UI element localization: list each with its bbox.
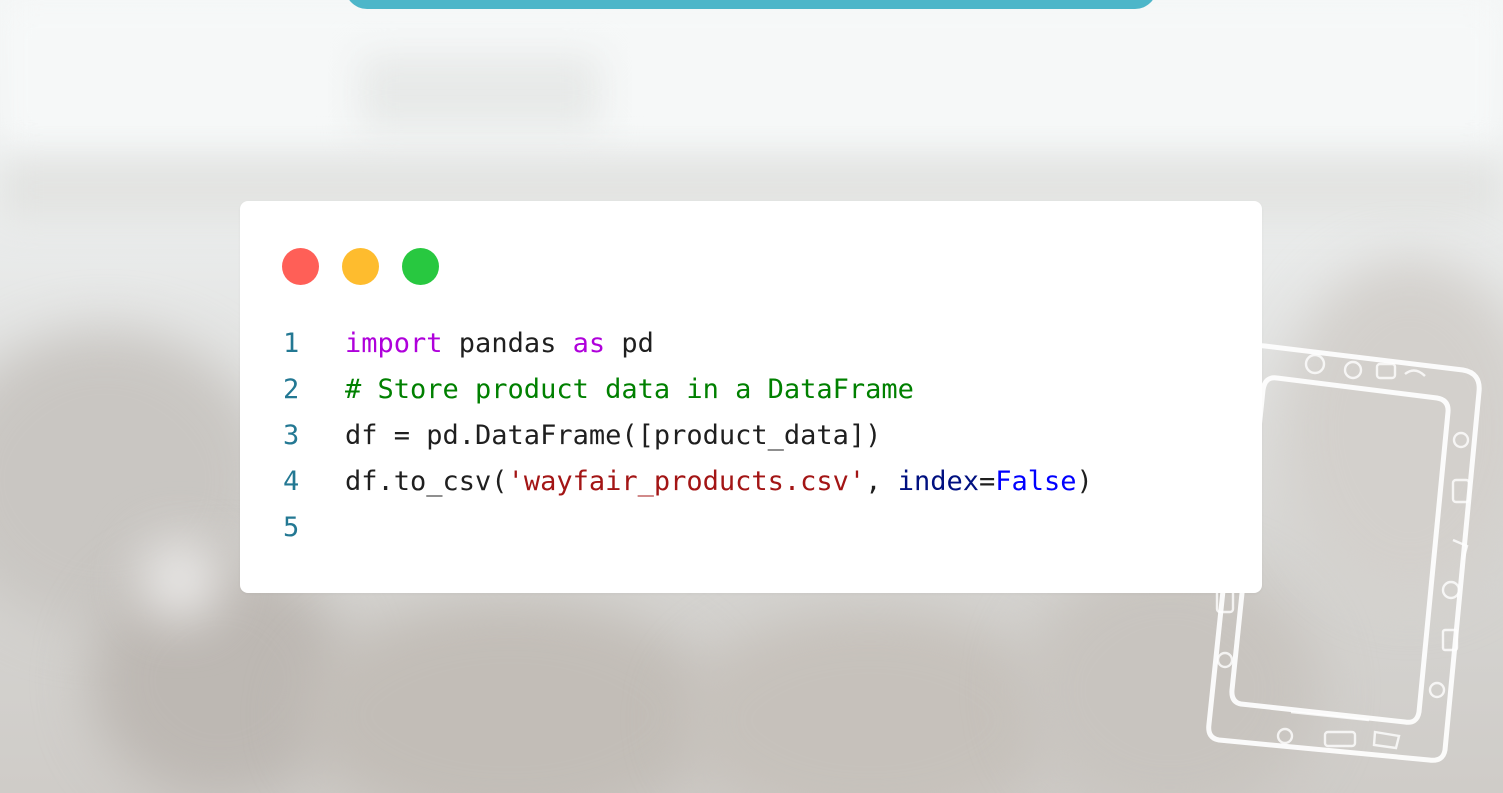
code-token-plain: , <box>865 466 898 497</box>
top-accent-bar <box>345 0 1157 9</box>
code-token-keyword: as <box>572 328 606 359</box>
phone-doodle-frame-icon <box>1206 343 1482 763</box>
maximize-dot-icon <box>402 248 439 285</box>
close-dot-icon <box>282 248 319 285</box>
code-line-text: df.to_csv('wayfair_products.csv', index=… <box>345 459 1093 505</box>
code-line: 1 import pandas as pd <box>283 321 1093 367</box>
code-token-plain: pandas <box>442 328 573 359</box>
line-number: 3 <box>283 420 300 451</box>
code-token-param: index <box>897 466 979 497</box>
code-token-keyword: import <box>345 328 443 359</box>
code-token-plain: pd <box>605 328 654 359</box>
code-line-text: import pandas as pd <box>345 321 654 367</box>
code-line: 3 df = pd.DataFrame([product_data]) <box>283 413 1093 459</box>
line-number: 2 <box>283 374 300 405</box>
code-line: 5 <box>283 505 1093 551</box>
line-number: 4 <box>283 466 300 497</box>
code-line-text: # Store product data in a DataFrame <box>345 367 914 413</box>
code-token-comment: # Store product data in a DataFrame <box>345 374 914 405</box>
line-number: 1 <box>283 328 300 359</box>
line-number: 5 <box>283 512 300 543</box>
code-line-text: df = pd.DataFrame([product_data]) <box>345 413 881 459</box>
code-token-plain: df.to_csv( <box>345 466 508 497</box>
code-block: 1 import pandas as pd 2 # Store product dat… <box>283 321 1093 551</box>
code-token-string: 'wayfair_products.csv' <box>507 466 866 497</box>
minimize-dot-icon <box>342 248 379 285</box>
code-line: 2 # Store product data in a DataFrame <box>283 367 1093 413</box>
code-token-plain: = <box>978 466 996 497</box>
code-snippet-card: 1 import pandas as pd 2 # Store product dat… <box>240 201 1262 593</box>
code-token-plain: df = pd.DataFrame([product_data]) <box>345 420 882 451</box>
code-token-constant: False <box>995 466 1077 497</box>
code-line: 4 df.to_csv('wayfair_products.csv', index… <box>283 459 1093 505</box>
code-token-plain: ) <box>1076 466 1093 497</box>
